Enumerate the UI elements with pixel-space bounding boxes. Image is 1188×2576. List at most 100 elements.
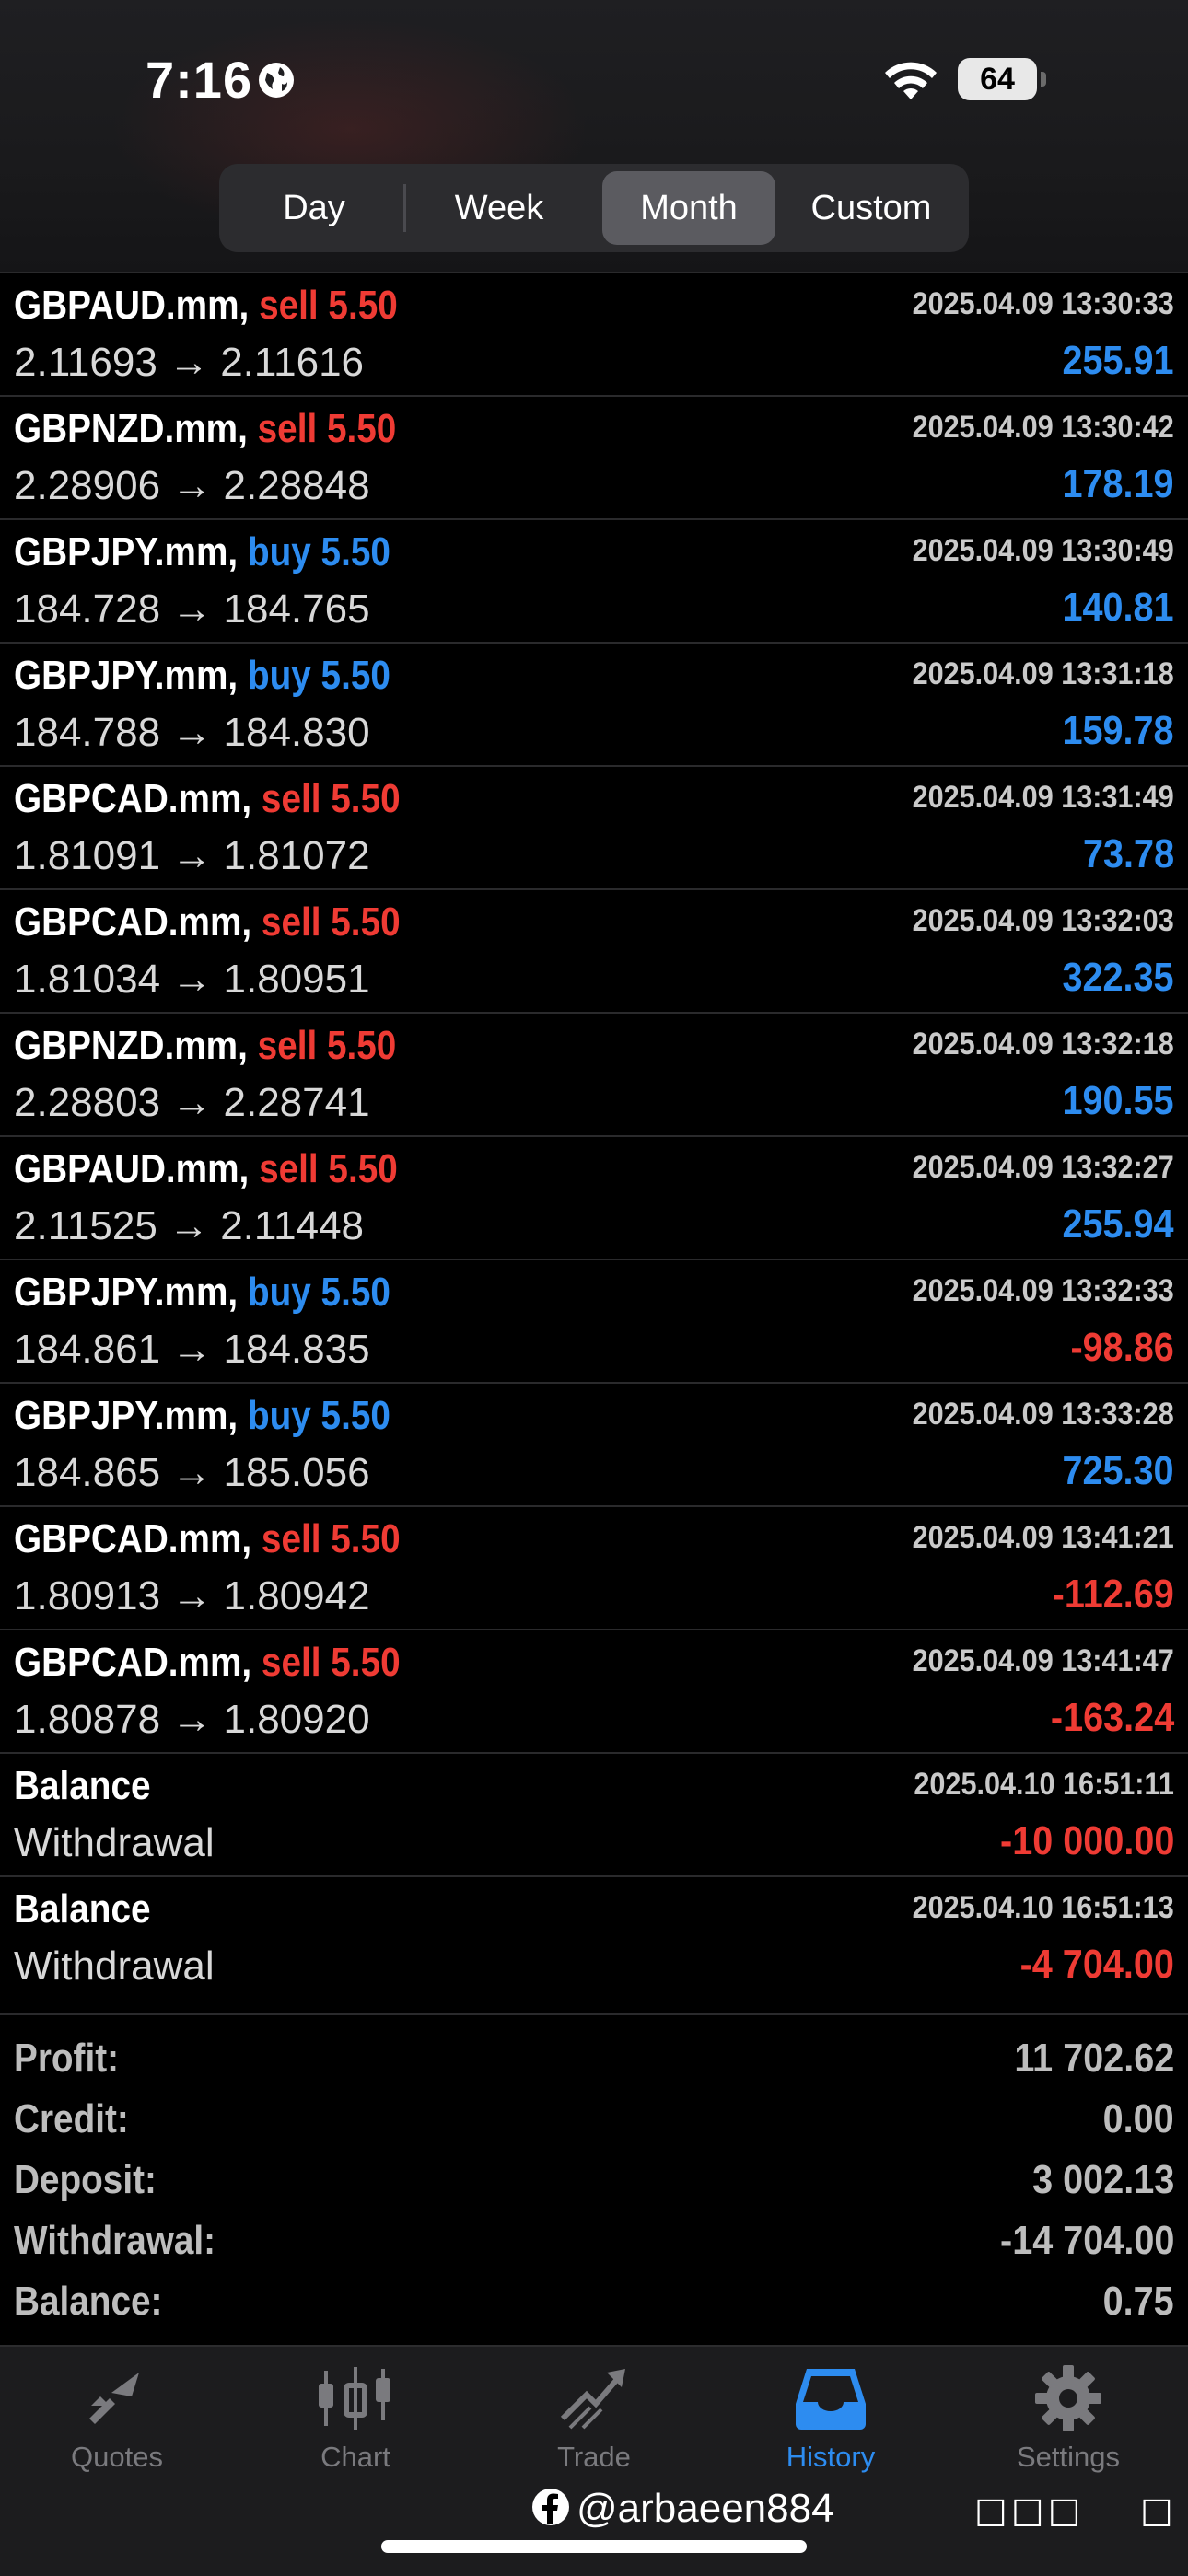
price-range: 2.11525 → 2.11448 — [14, 1203, 365, 1248]
symbol-label: GBPCAD.mm, — [14, 1516, 252, 1561]
row-title: GBPJPY.mm, buy 5.50 — [14, 529, 390, 575]
symbol-label: GBPCAD.mm, — [14, 1640, 252, 1685]
row-title: GBPAUD.mm, sell 5.50 — [14, 1146, 398, 1192]
symbol-label: GBPAUD.mm, — [14, 1146, 250, 1191]
trade-row[interactable]: GBPCAD.mm, sell 5.50 1.81034 → 1.80951 202… — [0, 888, 1188, 1012]
timestamp: 2025.04.09 13:30:49 — [912, 533, 1174, 568]
side-volume: sell 5.50 — [261, 1640, 401, 1685]
period-segmented-control: Day Week Month Custom — [219, 164, 969, 252]
tab-trade[interactable]: Trade — [511, 2365, 677, 2474]
summary-row: Credit: 0.00 — [0, 2085, 1188, 2146]
tab-custom[interactable]: Custom — [781, 171, 961, 245]
trade-row[interactable]: GBPNZD.mm, sell 5.50 2.28803 → 2.28741 202… — [0, 1012, 1188, 1135]
summary-value: 0.00 — [1102, 2096, 1174, 2141]
trade-row[interactable]: GBPJPY.mm, buy 5.50 184.728 → 184.765 2025… — [0, 518, 1188, 642]
tab-settings[interactable]: Settings — [985, 2365, 1151, 2474]
timestamp: 2025.04.09 13:32:18 — [912, 1027, 1174, 1062]
symbol-label: GBPJPY.mm, — [14, 1393, 239, 1438]
row-title: GBPCAD.mm, sell 5.50 — [14, 1640, 401, 1686]
timestamp: 2025.04.09 13:32:27 — [912, 1150, 1174, 1185]
trade-row[interactable]: GBPCAD.mm, sell 5.50 1.80878 → 1.80920 202… — [0, 1629, 1188, 1752]
symbol-label: Balance — [14, 1886, 151, 1932]
timestamp: 2025.04.09 13:33:28 — [912, 1397, 1174, 1432]
quotes-icon — [89, 2373, 139, 2424]
timestamp: 2025.04.09 13:30:42 — [912, 410, 1174, 445]
trade-row[interactable]: GBPCAD.mm, sell 5.50 1.81091 → 1.81072 202… — [0, 765, 1188, 888]
trade-row[interactable]: GBPNZD.mm, sell 5.50 2.28906 → 2.28848 202… — [0, 395, 1188, 518]
tab-month[interactable]: Month — [602, 171, 775, 245]
profit-value: -4 704.00 — [1019, 1942, 1174, 1987]
profit-value: -10 000.00 — [999, 1818, 1174, 1863]
history-list: GBPAUD.mm, sell 5.50 2.11693 → 2.11616 202… — [0, 272, 1188, 1999]
price-range: 184.788 → 184.830 — [14, 710, 370, 755]
symbol-label: GBPJPY.mm, — [14, 1270, 239, 1315]
timestamp: 2025.04.09 13:41:47 — [912, 1643, 1174, 1678]
summary-row: Profit: 11 702.62 — [0, 2025, 1188, 2085]
summary-value: 0.75 — [1102, 2279, 1174, 2324]
tab-chart-label: Chart — [320, 2441, 390, 2473]
symbol-label: GBPNZD.mm, — [14, 406, 248, 451]
balance-row[interactable]: Balance Withdrawal 2025.04.10 16:51:13 -4 7… — [0, 1875, 1188, 1999]
timestamp: 2025.04.09 13:32:03 — [912, 903, 1174, 938]
gear-icon — [1035, 2365, 1101, 2431]
header: 7:16 64 Day Week Month Custom — [0, 0, 1188, 272]
tab-day[interactable]: Day — [227, 171, 402, 245]
profit-value: 73.78 — [1082, 831, 1174, 876]
tab-chart[interactable]: Chart — [273, 2365, 438, 2474]
side-volume: sell 5.50 — [257, 406, 397, 451]
side-volume: sell 5.50 — [259, 283, 398, 328]
price-range: 1.81091 → 1.81072 — [14, 833, 370, 878]
summary-label: Withdrawal: — [14, 2218, 216, 2263]
symbol-label: GBPCAD.mm, — [14, 776, 252, 821]
timestamp: 2025.04.09 13:32:33 — [912, 1273, 1174, 1308]
balance-row[interactable]: Balance Withdrawal 2025.04.10 16:51:11 -10 … — [0, 1752, 1188, 1875]
home-indicator — [381, 2540, 807, 2553]
row-title: Balance — [14, 1886, 151, 1932]
profit-value: 159.78 — [1062, 708, 1174, 753]
trade-row[interactable]: GBPJPY.mm, buy 5.50 184.861 → 184.835 2025… — [0, 1259, 1188, 1382]
trade-row[interactable]: GBPAUD.mm, sell 5.50 2.11525 → 2.11448 202… — [0, 1135, 1188, 1259]
price-range: Withdrawal — [14, 1820, 215, 1865]
price-range: 2.28906 → 2.28848 — [14, 463, 370, 508]
symbol-label: GBPNZD.mm, — [14, 1023, 248, 1068]
profit-value: -163.24 — [1050, 1695, 1174, 1740]
timestamp: 2025.04.10 16:51:13 — [912, 1890, 1174, 1925]
profit-value: -98.86 — [1070, 1325, 1174, 1370]
row-title: GBPNZD.mm, sell 5.50 — [14, 1023, 396, 1069]
profit-value: 140.81 — [1062, 585, 1174, 630]
wifi-icon — [885, 62, 937, 99]
battery-cap — [1041, 72, 1046, 87]
price-range: 1.80878 → 1.80920 — [14, 1697, 370, 1742]
tab-week[interactable]: Week — [409, 171, 589, 245]
summary-row: Withdrawal: -14 704.00 — [0, 2207, 1188, 2268]
tab-history-label: History — [786, 2441, 876, 2473]
trade-row[interactable]: GBPAUD.mm, sell 5.50 2.11693 → 2.11616 202… — [0, 272, 1188, 395]
trade-row[interactable]: GBPJPY.mm, buy 5.50 184.865 → 185.056 2025… — [0, 1382, 1188, 1505]
side-volume: sell 5.50 — [257, 1023, 397, 1068]
profit-value: -112.69 — [1052, 1572, 1174, 1617]
summary-label: Deposit: — [14, 2157, 157, 2202]
facebook-icon — [532, 2489, 569, 2525]
row-title: GBPAUD.mm, sell 5.50 — [14, 283, 398, 329]
summary-label: Balance: — [14, 2279, 163, 2324]
row-title: GBPCAD.mm, sell 5.50 — [14, 1516, 401, 1562]
row-title: GBPJPY.mm, buy 5.50 — [14, 1270, 390, 1316]
profit-value: 255.94 — [1062, 1201, 1174, 1247]
price-range: 1.80913 → 1.80942 — [14, 1573, 370, 1619]
side-volume: sell 5.50 — [261, 1516, 401, 1561]
symbol-label: GBPJPY.mm, — [14, 653, 239, 698]
summary-row: Balance: 0.75 — [0, 2268, 1188, 2328]
trade-row[interactable]: GBPJPY.mm, buy 5.50 184.788 → 184.830 2025… — [0, 642, 1188, 765]
row-title: GBPCAD.mm, sell 5.50 — [14, 776, 401, 822]
side-volume: sell 5.50 — [261, 776, 401, 821]
trade-row[interactable]: GBPCAD.mm, sell 5.50 1.80913 → 1.80942 202… — [0, 1505, 1188, 1629]
side-volume: buy 5.50 — [247, 653, 390, 698]
row-title: GBPCAD.mm, sell 5.50 — [14, 899, 401, 946]
profit-value: 255.91 — [1062, 338, 1174, 383]
row-title: GBPJPY.mm, buy 5.50 — [14, 1393, 390, 1439]
watermark: @arbaeen884 — [530, 2486, 834, 2532]
price-range: 184.865 → 185.056 — [14, 1450, 370, 1495]
symbol-label: GBPAUD.mm, — [14, 283, 250, 328]
tab-quotes[interactable]: Quotes — [34, 2365, 200, 2474]
tab-history[interactable]: History — [748, 2365, 914, 2474]
